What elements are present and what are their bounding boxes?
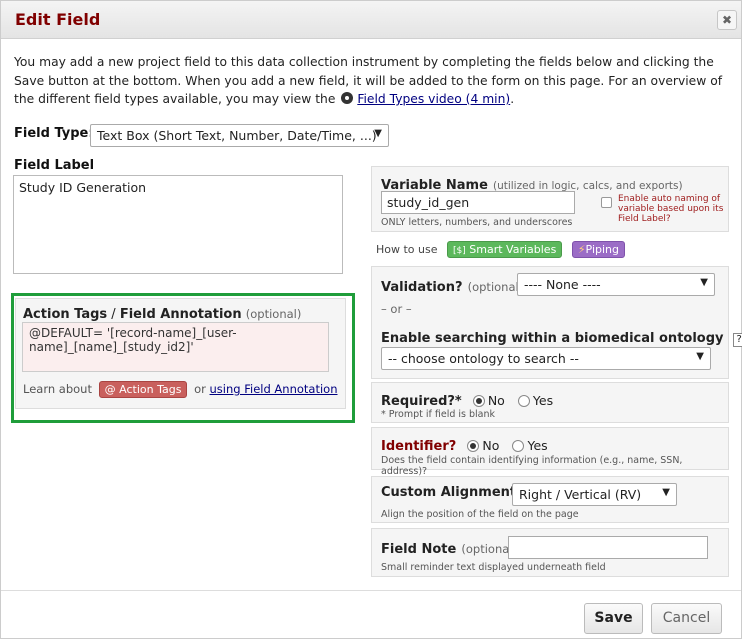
validation-select[interactable]: ---- None ---- ▼ (517, 273, 715, 296)
field-label-value: Study ID Generation (19, 180, 147, 195)
learn-about-text: Learn about (23, 382, 92, 396)
chevron-down-icon: ▼ (374, 128, 382, 139)
identifier-yes-radio[interactable] (512, 440, 525, 452)
auto-naming-label: Enable auto naming of variable based upo… (618, 194, 724, 224)
smart-variables-button[interactable]: [$] Smart Variables (447, 241, 563, 258)
action-tags-title: Action Tags (23, 307, 108, 322)
field-annotation-title: Field Annotation (119, 307, 242, 322)
action-tags-label: Action Tags / Field Annotation (optional… (23, 307, 301, 322)
smart-variables-icon: [$] (453, 246, 466, 256)
action-tags-textarea[interactable]: @DEFAULT= '[record-name]_[user-name]_[na… (22, 322, 329, 372)
save-button[interactable]: Save (584, 603, 643, 634)
field-type-label: Field Type: (14, 126, 94, 141)
action-tags-sep: / (107, 307, 120, 322)
alignment-select[interactable]: Right / Vertical (RV) ▼ (512, 483, 677, 506)
ontology-header: Enable searching within a biomedical ont… (381, 327, 742, 347)
validation-panel: Validation? (optional) ---- None ---- ▼ … (371, 266, 742, 379)
learn-about-row: Learn about @ Action Tags or using Field… (23, 381, 338, 398)
how-to-use-label: How to use (376, 243, 438, 256)
field-type-value: Text Box (Short Text, Number, Date/Time,… (97, 128, 377, 143)
ontology-select[interactable]: -- choose ontology to search -- ▼ (381, 347, 711, 370)
piping-label: Piping (585, 243, 619, 256)
dialog-title: Edit Field (15, 10, 101, 29)
alignment-value: Right / Vertical (RV) (519, 487, 642, 502)
field-note-note: Small reminder text displayed underneath… (381, 562, 606, 573)
validation-or: – or – (381, 302, 412, 316)
or-text: or (194, 382, 206, 396)
action-tags-panel: Action Tags / Field Annotation (optional… (15, 298, 346, 409)
footer-divider (1, 590, 741, 591)
identifier-note: Does the field contain identifying infor… (381, 455, 683, 477)
field-label-label: Field Label (14, 158, 95, 173)
required-yes-label: Yes (532, 393, 554, 408)
required-no-radio[interactable] (472, 395, 485, 407)
required-yes-radio[interactable] (517, 395, 530, 407)
field-type-select[interactable]: Text Box (Short Text, Number, Date/Time,… (90, 124, 389, 147)
alignment-note: Align the position of the field on the p… (381, 509, 579, 520)
alignment-label: Custom Alignment (381, 485, 517, 500)
how-to-use-row: How to use [$] Smart Variables ⚡Piping (376, 241, 625, 258)
field-note-label: Field Note (381, 542, 457, 557)
required-no-label: No (487, 393, 505, 408)
intro-end: . (510, 92, 515, 106)
field-note-panel: Field Note (optional) Small reminder tex… (371, 528, 729, 577)
required-row: Required?* No Yes (381, 390, 561, 409)
piping-button[interactable]: ⚡Piping (571, 241, 625, 258)
required-label: Required?* (381, 394, 462, 409)
pipe-icon: ⚡ (577, 243, 586, 256)
identifier-no-label: No (482, 438, 500, 453)
identifier-no-radio[interactable] (467, 440, 480, 452)
variable-name-input[interactable]: study_id_gen (381, 191, 575, 214)
field-label-textarea[interactable]: Study ID Generation (13, 175, 343, 274)
validation-header: Validation? (optional) (381, 276, 523, 295)
action-tags-button[interactable]: @ Action Tags (98, 381, 188, 398)
variable-name-panel: Variable Name (utilized in logic, calcs,… (371, 166, 729, 232)
identifier-yes-label: Yes (527, 438, 548, 453)
identifier-row: Identifier? No Yes (381, 435, 556, 454)
variable-name-value: study_id_gen (387, 195, 470, 210)
required-note: * Prompt if field is blank (381, 409, 496, 420)
identifier-label: Identifier? (381, 439, 457, 454)
ontology-value: -- choose ontology to search -- (388, 351, 579, 366)
validation-optional: (optional) (467, 280, 524, 294)
action-tags-value: @DEFAULT= '[record-name]_[user-name]_[na… (29, 326, 237, 354)
field-note-input[interactable] (508, 536, 708, 559)
chevron-down-icon: ▼ (696, 351, 704, 362)
identifier-panel: Identifier? No Yes Does the field contai… (371, 427, 729, 477)
help-icon[interactable]: ? (732, 333, 742, 347)
validation-label: Validation? (381, 280, 463, 295)
smart-variables-label: Smart Variables (469, 243, 557, 256)
field-types-video-link[interactable]: Field Types video (4 min) (357, 92, 510, 106)
intro-text: You may add a new project field to this … (14, 53, 730, 109)
auto-naming-checkbox[interactable] (601, 197, 612, 208)
edit-field-dialog: Edit Field ✖ You may add a new project f… (0, 0, 742, 639)
close-icon[interactable]: ✖ (717, 10, 737, 30)
validation-value: ---- None ---- (524, 277, 601, 292)
chevron-down-icon: ▼ (700, 277, 708, 288)
dialog-titlebar: Edit Field ✖ (1, 1, 741, 39)
variable-name-note: ONLY letters, numbers, and underscores (381, 217, 573, 228)
action-tags-optional: (optional) (245, 307, 302, 321)
field-note-header: Field Note (optional) (381, 538, 517, 557)
chevron-down-icon: ▼ (662, 487, 670, 498)
required-panel: Required?* No Yes * Prompt if field is b… (371, 382, 729, 423)
field-annotation-link[interactable]: using Field Annotation (210, 382, 338, 396)
film-reel-icon (341, 92, 354, 104)
cancel-button[interactable]: Cancel (651, 603, 722, 634)
alignment-panel: Custom Alignment Right / Vertical (RV) ▼… (371, 476, 729, 523)
ontology-label: Enable searching within a biomedical ont… (381, 331, 724, 346)
